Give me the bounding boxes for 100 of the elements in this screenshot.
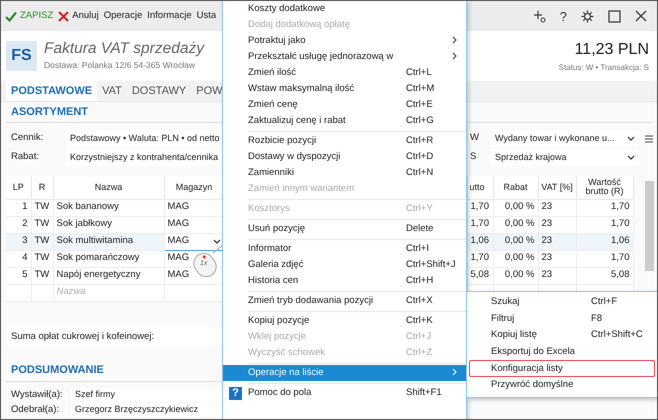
chevron-down-icon[interactable]: [212, 239, 220, 244]
row-number: 2: [22, 218, 28, 230]
menu-item[interactable]: Galeria zdjęć Ctrl+Shift+J: [223, 257, 466, 273]
column-header[interactable]: Rabat: [496, 182, 536, 192]
menu-item[interactable]: Rozbicie pozycji Ctrl+R: [223, 133, 466, 149]
column-header[interactable]: utto: [470, 182, 490, 192]
row-number: 3: [22, 235, 28, 246]
toolbar-menu-button[interactable]: Usta: [196, 8, 216, 24]
chevron-down-icon[interactable]: [627, 136, 635, 141]
field-label: Rabat:: [11, 150, 40, 164]
column-header[interactable]: Magazyn: [166, 182, 222, 192]
checkmark-icon: [5, 10, 17, 22]
item-type: TW: [34, 218, 50, 230]
close-icon[interactable]: [635, 10, 647, 22]
toolbar-menu-button[interactable]: Informacje: [147, 8, 192, 24]
status-text: Status: W • Transakcja: S: [558, 62, 649, 74]
tab[interactable]: DOSTAWY: [126, 81, 192, 101]
menu-item[interactable]: Informator Ctrl+I: [223, 241, 466, 257]
menu-item[interactable]: Zmień tryb dodawania pozycji Ctrl+X: [223, 293, 466, 309]
scrollbar[interactable]: [645, 181, 654, 271]
menu-item[interactable]: Przywróć domyślne: [469, 376, 655, 394]
product-name: Napój energetyczny: [56, 269, 140, 280]
menu-item[interactable]: Potraktuj jako: [223, 33, 466, 49]
chevron-down-icon[interactable]: [627, 155, 635, 160]
gross-value: 5,08: [611, 269, 630, 280]
vat-rate: 23: [542, 252, 552, 264]
item-type: TW: [34, 269, 50, 280]
menu-item[interactable]: Zamienniki Ctrl+N: [223, 165, 466, 181]
menu-item[interactable]: Kopiuj listę Ctrl+Shift+C: [469, 327, 655, 344]
vat-rate: 23: [542, 269, 552, 280]
column-header[interactable]: R: [34, 182, 50, 192]
code-text: W: [469, 131, 480, 146]
cancel-button[interactable]: Anuluj: [58, 8, 99, 24]
menu-item[interactable]: Koszty dodatkowe: [223, 1, 466, 17]
help-button[interactable]: ?: [560, 10, 567, 22]
product-name: Sok bananowy: [56, 201, 119, 212]
column-header[interactable]: Wartość brutto (R): [578, 178, 630, 197]
maximize-icon[interactable]: [608, 10, 621, 22]
product-name: Sok jabłkowy: [56, 218, 112, 230]
menu-item[interactable]: Kopiuj pozycje Ctrl+K: [223, 313, 466, 329]
item-type: TW: [34, 201, 50, 212]
menu-item[interactable]: Przekształć usługę jednorazową w: [223, 49, 466, 65]
gross-value: 1,70: [611, 218, 630, 230]
menu-item[interactable]: Zaktualizuj cenę i rabat Ctrl+G: [223, 113, 466, 129]
dropdown-field[interactable]: Sprzedaż krajowa: [491, 149, 639, 166]
warehouse: MAG: [168, 252, 190, 264]
field-label: Cennik:: [11, 131, 44, 146]
column-header[interactable]: Nazwa: [56, 182, 162, 192]
menu-item[interactable]: Eksportuj do Excela: [469, 344, 655, 360]
help-icon: ?: [229, 386, 242, 400]
toolbar-menu-button[interactable]: Operacje: [104, 8, 142, 24]
price: 1,70: [470, 218, 489, 230]
menu-item[interactable]: Zmień ilość Ctrl+L: [223, 65, 466, 81]
product-name: Sok multiwitamina: [56, 235, 134, 246]
field-label: Wystawił(a):: [11, 388, 64, 402]
document-type-badge: FS: [6, 41, 37, 71]
discount: 0,00 %: [504, 235, 534, 246]
menu-item[interactable]: Usuń pozycję Delete: [223, 221, 466, 237]
item-type: TW: [34, 252, 50, 264]
menu-item[interactable]: Filtruj F8: [469, 310, 655, 328]
discount: 0,00 %: [504, 218, 534, 230]
price: 1,70: [470, 201, 489, 212]
menu-item[interactable]: Szukaj Ctrl+F: [469, 294, 655, 311]
settings-icon[interactable]: [581, 10, 594, 22]
menu-item[interactable]: Konfiguracja listy: [469, 360, 655, 377]
list-icon[interactable]: [645, 134, 653, 142]
gross-value: 1,70: [611, 201, 630, 212]
column-header[interactable]: LP: [8, 182, 28, 192]
price: 1,06: [470, 235, 489, 246]
section-title: PODSUMOWANIE: [11, 363, 104, 378]
gross-value: 1,06: [611, 235, 630, 246]
price: 5,08: [470, 269, 489, 280]
tab[interactable]: VAT: [97, 81, 127, 101]
delivery-address: Dostawa: Polanka 12/6 54-365 Wrocław: [44, 58, 196, 72]
warehouse: MAG: [168, 201, 190, 212]
document-title: Faktura VAT sprzedaży: [44, 40, 204, 59]
dropdown-field[interactable]: Wydany towar i wykonane u...: [491, 130, 639, 147]
row-number: 4: [22, 252, 28, 264]
gross-value: 1,70: [611, 252, 630, 264]
save-button[interactable]: ZAPISZ: [5, 8, 54, 24]
menu-item[interactable]: Operacje na liście: [223, 365, 466, 381]
code-text: S: [469, 150, 478, 164]
add-row-icon[interactable]: [532, 10, 546, 22]
column-header[interactable]: VAT [%]: [540, 182, 574, 192]
row-number: 1: [22, 201, 28, 212]
product-name: Sok pomarańczowy: [56, 252, 140, 264]
price: 1,70: [470, 252, 489, 264]
menu-item[interactable]: ? Pomoc do pola Shift+F1: [223, 385, 466, 401]
discount: 0,00 %: [504, 201, 534, 212]
warehouse: MAG: [168, 269, 190, 280]
tab[interactable]: PODSTAWOWE: [6, 81, 98, 101]
vat-rate: 23: [542, 235, 552, 246]
discount: 0,00 %: [504, 252, 534, 264]
menu-item[interactable]: Dostawy w dyspozycji Ctrl+D: [223, 149, 466, 165]
menu-item[interactable]: Historia cen Ctrl+H: [223, 273, 466, 289]
fees-label: Suma opłat cukrowej i kofeinowej:: [11, 330, 154, 342]
section-title: ASORTYMENT: [11, 104, 88, 120]
row-number: 5: [22, 269, 28, 280]
field-label: Odebrał(a):: [11, 402, 60, 417]
item-type: TW: [34, 235, 50, 246]
